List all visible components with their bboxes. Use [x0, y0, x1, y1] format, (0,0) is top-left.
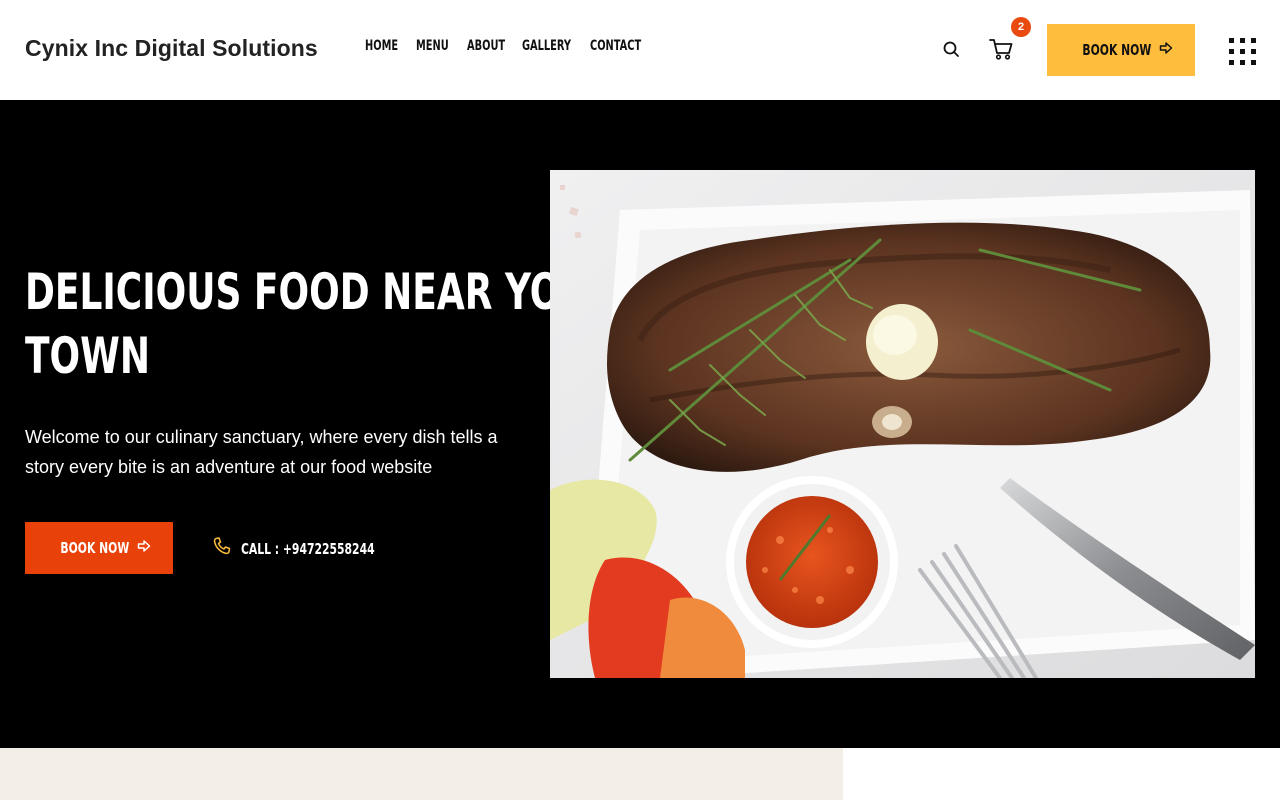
hero-book-now-label: BOOK NOW	[60, 539, 130, 557]
cart-count-badge: 2	[1011, 17, 1031, 37]
phone-icon	[212, 536, 232, 561]
hero-description: Welcome to our culinary sanctuary, where…	[25, 427, 498, 477]
hero-food-image	[550, 170, 1255, 678]
grid-menu-icon[interactable]	[1229, 38, 1257, 66]
arrow-right-icon	[1159, 41, 1173, 60]
cart-icon[interactable]	[988, 36, 1014, 62]
header-book-now-label: BOOK NOW	[1082, 41, 1152, 59]
site-header: Cynix Inc Digital Solutions HOME MENU AB…	[0, 0, 1280, 100]
brand-logo-text[interactable]: Cynix Inc Digital Solutions	[25, 35, 318, 62]
hero-title-line-1: DELICIOUS FOOD NEAR YOUR	[25, 263, 618, 321]
hero-title-line-2: TOWN	[25, 327, 150, 385]
nav-home[interactable]: HOME	[365, 38, 398, 54]
nav-about[interactable]: ABOUT	[467, 38, 505, 54]
arrow-right-icon	[137, 539, 151, 558]
header-book-now-button[interactable]: BOOK NOW	[1047, 24, 1195, 76]
nav-menu[interactable]: MENU	[416, 38, 449, 54]
call-link[interactable]: CALL : +94722558244	[212, 536, 427, 561]
nav-contact[interactable]: CONTACT	[590, 38, 641, 54]
next-section-panel-right	[843, 748, 1280, 800]
nav-gallery[interactable]: GALLERY	[522, 38, 571, 54]
hero-section: DELICIOUS FOOD NEAR YOUR TOWN Welcome to…	[0, 100, 1280, 748]
hero-book-now-button[interactable]: BOOK NOW	[25, 522, 173, 574]
hero-title: DELICIOUS FOOD NEAR YOUR TOWN	[25, 260, 617, 388]
call-label: CALL : +94722558244	[241, 539, 375, 558]
next-section-panel-left	[0, 748, 843, 800]
search-icon[interactable]	[940, 38, 962, 60]
